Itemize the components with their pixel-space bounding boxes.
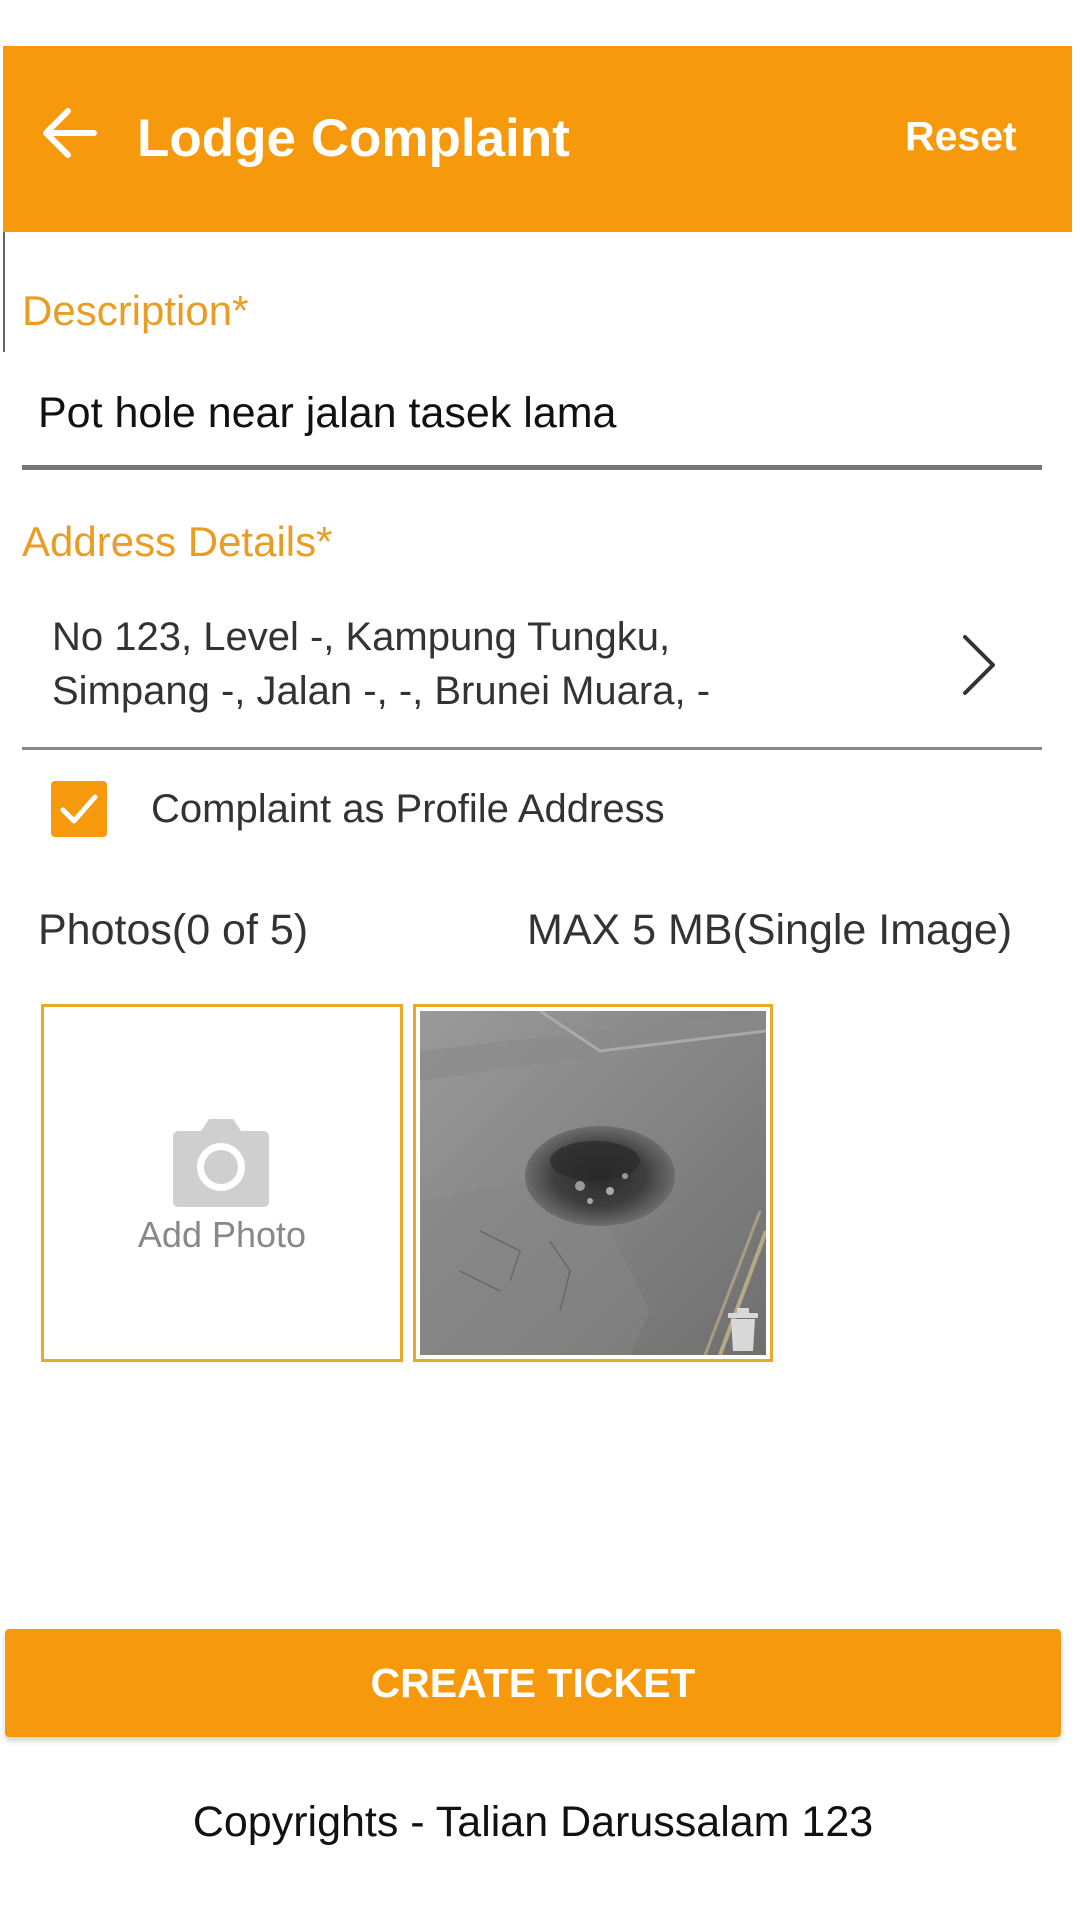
add-photo-label: Add Photo — [137, 1214, 307, 1255]
description-input[interactable]: Pot hole near jalan tasek lama — [38, 389, 616, 438]
profile-address-checkbox[interactable] — [51, 781, 107, 837]
address-line-1: No 123, Level -, Kampung Tungku, — [52, 615, 671, 659]
address-label: Address Details* — [22, 518, 333, 565]
page-title: Lodge Complaint — [137, 109, 570, 168]
create-ticket-button[interactable]: CREATE TICKET — [5, 1629, 1061, 1737]
photos-max-size-label: MAX 5 MB(Single Image) — [527, 906, 1013, 954]
pothole-photo — [420, 1011, 766, 1355]
description-underline — [22, 465, 1042, 470]
chevron-right-icon — [963, 635, 995, 695]
edge-divider — [3, 232, 5, 352]
address-selector[interactable]: No 123, Level -, Kampung Tungku, Simpang… — [22, 600, 1042, 750]
profile-address-label: Complaint as Profile Address — [151, 787, 665, 831]
photos-count-label: Photos(0 of 5) — [38, 906, 309, 954]
trash-icon[interactable] — [726, 1307, 760, 1353]
reset-button[interactable]: Reset — [905, 113, 1017, 160]
checkmark-icon — [60, 794, 98, 824]
address-line-2: Simpang -, Jalan -, -, Brunei Muara, - — [52, 669, 711, 713]
copyright-text: Copyrights - Talian Darussalam 123 — [192, 1798, 874, 1846]
photo-thumbnail[interactable] — [413, 1004, 773, 1362]
description-label: Description* — [22, 287, 249, 334]
address-text: No 123, Level -, Kampung Tungku, Simpang… — [52, 610, 932, 718]
camera-icon — [173, 1119, 269, 1207]
add-photo-button[interactable]: Add Photo — [41, 1004, 403, 1362]
address-underline — [22, 747, 1042, 750]
back-button[interactable] — [36, 98, 106, 168]
arrow-left-icon — [43, 108, 97, 158]
